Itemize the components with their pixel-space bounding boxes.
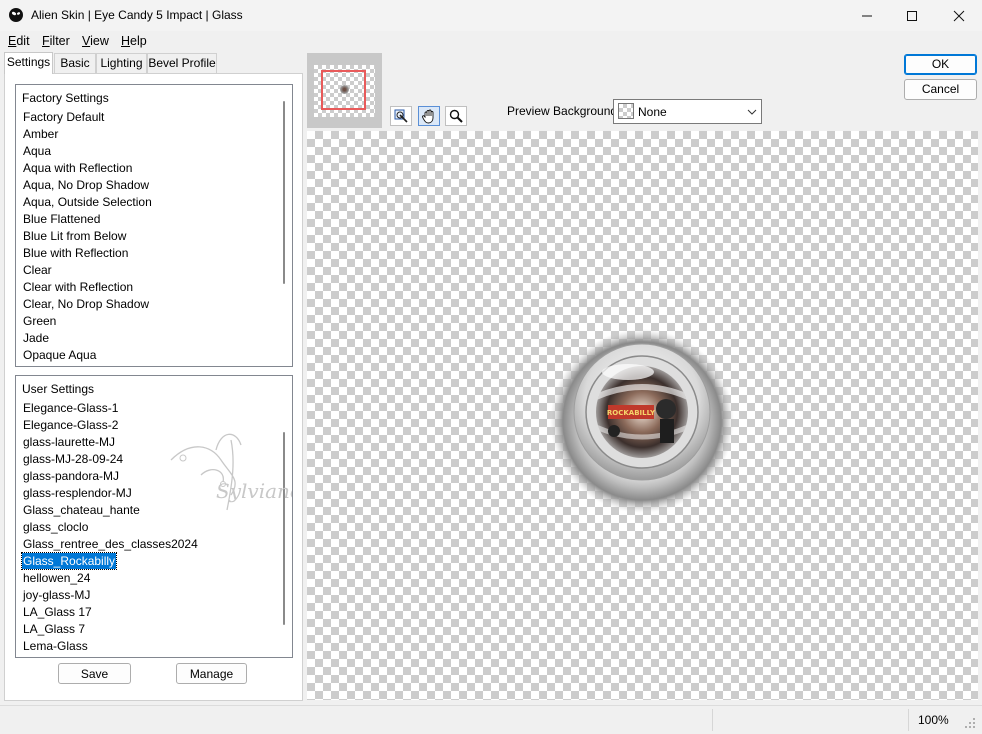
factory-setting-item[interactable]: Jade [22, 330, 50, 346]
user-setting-item[interactable]: Lema-Glass [22, 638, 89, 654]
close-button[interactable] [936, 0, 982, 31]
hand-pan-icon [422, 109, 434, 124]
user-setting-item[interactable]: hellowen_24 [22, 570, 91, 586]
close-icon [953, 10, 965, 21]
menu-view[interactable]: View [82, 34, 109, 48]
maximize-icon [907, 10, 917, 21]
manage-button[interactable]: Manage [176, 663, 247, 684]
save-button[interactable]: Save [58, 663, 131, 684]
preview-background-select[interactable]: None [613, 99, 762, 124]
factory-setting-item[interactable]: Blue Lit from Below [22, 228, 127, 244]
user-setting-item[interactable]: Glass_chateau_hante [22, 502, 141, 518]
user-setting-item[interactable]: glass_cloclo [22, 519, 89, 535]
factory-settings-list[interactable]: Factory Settings Factory Default Amber Aqu… [15, 84, 293, 367]
factory-setting-item[interactable]: Aqua, No Drop Shadow [22, 177, 150, 193]
user-setting-item[interactable]: glass-resplendor-MJ [22, 485, 133, 501]
minimize-icon [862, 15, 872, 16]
factory-setting-item[interactable]: Factory Default [22, 109, 105, 125]
user-setting-item[interactable]: glass-laurette-MJ [22, 434, 116, 450]
factory-setting-item[interactable]: Aqua, Outside Selection [22, 194, 153, 210]
title-bar: Alien Skin | Eye Candy 5 Impact | Glass [0, 0, 982, 31]
user-setting-item[interactable]: glass-MJ-28-09-24 [22, 451, 124, 467]
maximize-button[interactable] [889, 0, 935, 31]
navigator-orb-thumb [340, 85, 349, 94]
preview-background-value: None [638, 105, 667, 119]
svg-text:Sylviane: Sylviane [216, 479, 293, 503]
factory-setting-item[interactable]: Opaque Aqua [22, 347, 97, 363]
signature-watermark: Sylviane [170, 433, 293, 511]
user-setting-item[interactable]: Elegance-Glass-1 [22, 400, 119, 416]
tab-lighting[interactable]: Lighting [96, 53, 147, 73]
factory-setting-item[interactable]: Clear with Reflection [22, 279, 134, 295]
tab-basic[interactable]: Basic [54, 53, 96, 73]
tab-settings[interactable]: Settings [4, 52, 53, 74]
menu-help[interactable]: Help [121, 34, 147, 48]
menu-edit[interactable]: Edit [8, 34, 30, 48]
factory-setting-item[interactable]: Blue Flattened [22, 211, 101, 227]
factory-setting-item[interactable]: Green [22, 313, 57, 329]
chevron-down-icon [747, 109, 757, 115]
preview-canvas[interactable]: ROCKABILLY [307, 131, 978, 700]
status-bar: 100% [0, 705, 982, 734]
factory-setting-item[interactable]: Clear, No Drop Shadow [22, 296, 150, 312]
navigator-tool-button[interactable] [390, 106, 412, 126]
menu-bar: Edit Filter View Help [0, 31, 982, 51]
window-title: Alien Skin | Eye Candy 5 Impact | Glass [31, 8, 243, 22]
glass-orb-rockabilly-preview: ROCKABILLY [550, 329, 734, 513]
settings-panel: Factory Settings Factory Default Amber Aqu… [4, 73, 303, 701]
user-setting-item[interactable]: glass-pandora-MJ [22, 468, 120, 484]
navigator-icon [394, 109, 408, 123]
cancel-button[interactable]: Cancel [904, 79, 977, 100]
user-setting-item[interactable]: Elegance-Glass-2 [22, 417, 119, 433]
factory-setting-item[interactable]: Blue with Reflection [22, 245, 129, 261]
factory-setting-item[interactable]: Clear [22, 262, 53, 278]
alien-skin-logo-icon [9, 8, 23, 22]
preview-background-label: Preview Background: [507, 104, 621, 118]
factory-setting-item[interactable]: Aqua with Reflection [22, 160, 133, 176]
user-settings-list[interactable]: User Settings Elegance-Glass-1 Elegance-G… [15, 375, 293, 658]
user-setting-item[interactable]: joy-glass-MJ [22, 587, 91, 603]
factory-setting-item[interactable]: Amber [22, 126, 59, 142]
zoom-tool-button[interactable] [445, 106, 467, 126]
resize-grip-icon[interactable] [964, 717, 976, 729]
menu-filter[interactable]: Filter [42, 34, 70, 48]
factory-list-scrollbar[interactable] [283, 101, 285, 284]
ok-button[interactable]: OK [904, 54, 977, 75]
user-setting-item[interactable]: LA_Glass 7 [22, 621, 86, 637]
user-setting-item[interactable]: LA_Glass 17 [22, 604, 93, 620]
minimize-button[interactable] [844, 0, 890, 31]
factory-settings-header: Factory Settings [22, 91, 109, 105]
status-separator [712, 709, 713, 731]
zoom-magnifier-icon [449, 109, 463, 123]
navigator-thumbnail[interactable] [307, 53, 382, 128]
status-separator [908, 709, 909, 731]
factory-setting-item[interactable]: Aqua [22, 143, 52, 159]
user-settings-header: User Settings [22, 382, 95, 396]
tab-bevel-profile[interactable]: Bevel Profile [147, 53, 217, 73]
checker-swatch-icon [618, 103, 634, 119]
user-setting-item[interactable]: Glass_Rockabilly [20, 552, 118, 570]
hand-tool-button[interactable] [418, 106, 440, 126]
svg-text:ROCKABILLY: ROCKABILLY [607, 409, 656, 417]
zoom-level: 100% [918, 713, 949, 727]
user-setting-item[interactable]: Glass_rentree_des_classes2024 [22, 536, 199, 552]
